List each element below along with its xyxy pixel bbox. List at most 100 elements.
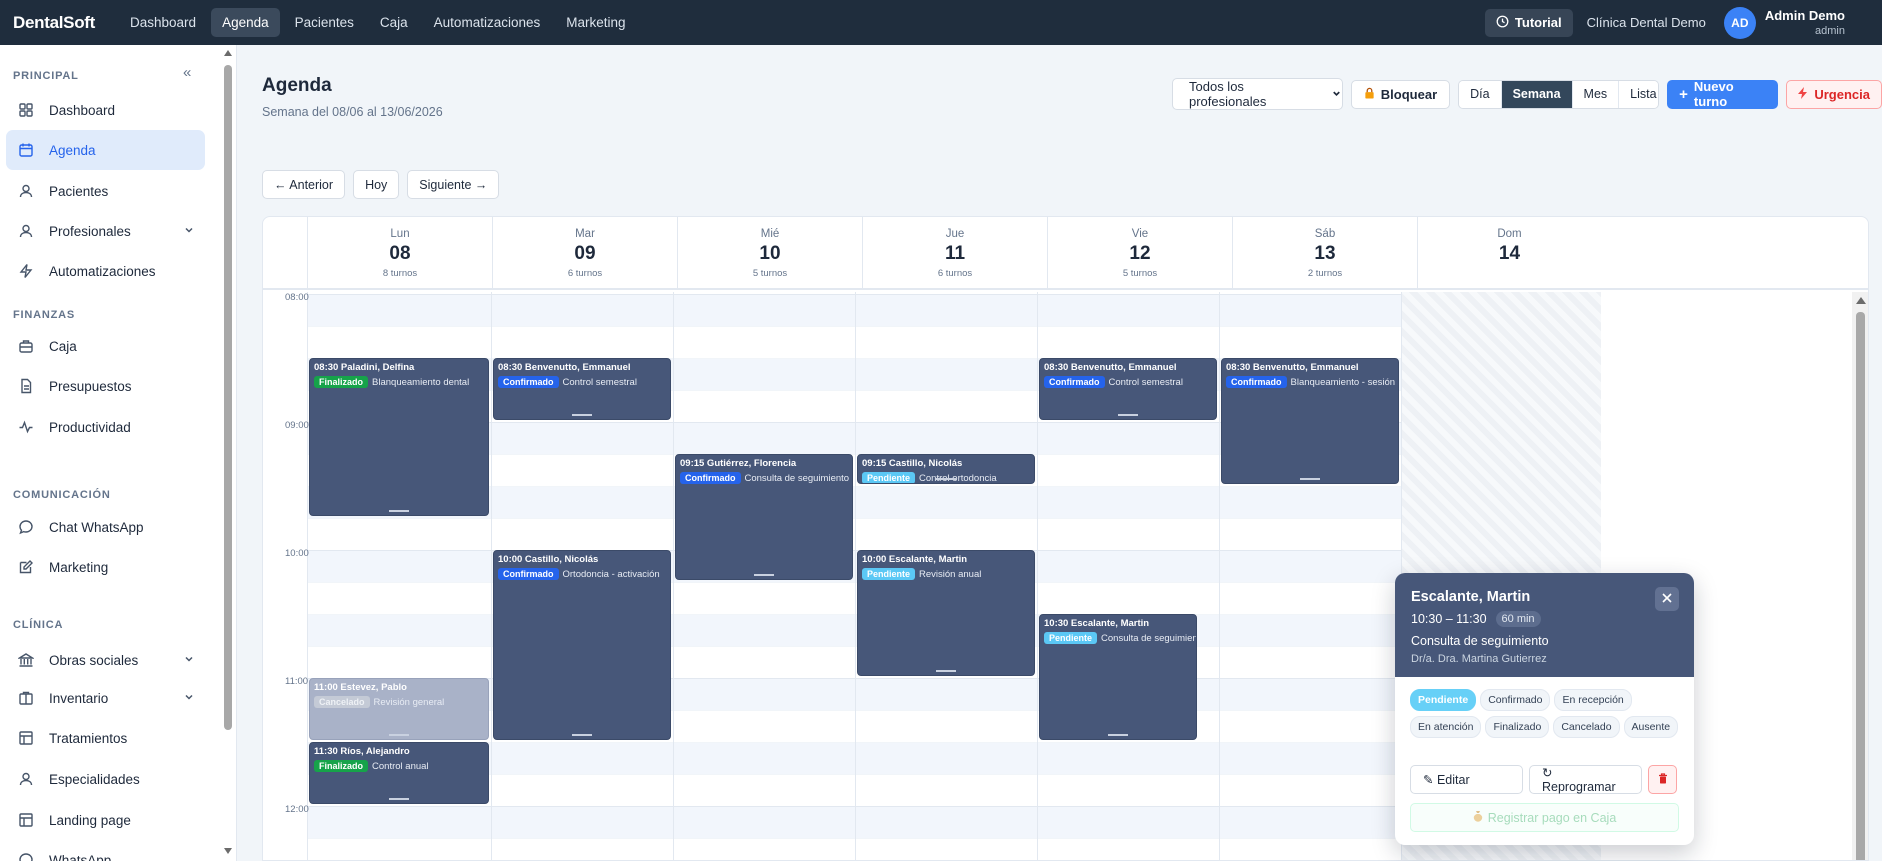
scroll-down-icon[interactable] — [224, 848, 232, 854]
time-slot[interactable] — [674, 806, 855, 838]
resize-handle[interactable] — [754, 574, 774, 576]
nav-caja[interactable]: Caja — [369, 8, 419, 37]
scroll-up-icon[interactable] — [1856, 297, 1866, 304]
time-slot[interactable] — [1220, 614, 1401, 646]
time-slot[interactable] — [856, 678, 1037, 710]
time-slot[interactable] — [492, 806, 673, 838]
sidebar-item-caja[interactable]: Caja — [6, 326, 205, 366]
appointment-card[interactable]: 08:30 Paladini, Delfina Finalizado Blanque… — [309, 358, 489, 516]
time-slot[interactable] — [492, 774, 673, 806]
nav-dashboard[interactable]: Dashboard — [119, 8, 207, 37]
appointment-card[interactable]: 09:15 Gutiérrez, Florencia Confirmado Cons… — [675, 454, 853, 580]
sidebar-item-dashboard[interactable]: Dashboard — [6, 90, 205, 130]
time-slot[interactable] — [492, 294, 673, 326]
time-slot[interactable] — [1038, 742, 1219, 774]
time-slot[interactable] — [856, 806, 1037, 838]
urgency-button[interactable]: Urgencia — [1786, 79, 1882, 109]
nav-marketing[interactable]: Marketing — [555, 8, 636, 37]
appointment-card[interactable]: 10:00 Escalante, Martin Pendiente Revisión… — [857, 550, 1035, 676]
time-slot[interactable] — [1220, 326, 1401, 358]
resize-handle[interactable] — [572, 734, 592, 736]
time-slot[interactable] — [1038, 422, 1219, 454]
time-slot[interactable] — [1220, 774, 1401, 806]
new-appointment-button[interactable]: + Nuevo turno — [1667, 79, 1779, 109]
sidebar-item-whatsapp[interactable]: WhatsApp — [6, 840, 205, 861]
appointment-card[interactable]: 08:30 Benvenutto, Emmanuel Confirmado Cont… — [493, 358, 671, 420]
time-slot[interactable] — [492, 838, 673, 860]
nav-agenda[interactable]: Agenda — [211, 8, 280, 37]
today-button[interactable]: Hoy — [353, 170, 400, 199]
time-slot[interactable] — [308, 326, 491, 358]
resize-handle[interactable] — [1108, 734, 1128, 736]
sidebar-scrollbar[interactable] — [221, 45, 235, 861]
sidebar-item-chat-whatsapp[interactable]: Chat WhatsApp — [6, 507, 205, 547]
reschedule-button[interactable]: ↻ Reprogramar — [1529, 765, 1642, 794]
time-slot[interactable] — [1038, 326, 1219, 358]
time-slot[interactable] — [492, 486, 673, 518]
view-day-button[interactable]: Día — [1459, 80, 1502, 108]
sidebar-item-obras-sociales[interactable]: Obras sociales — [6, 640, 205, 680]
time-slot[interactable] — [674, 614, 855, 646]
time-slot[interactable] — [856, 486, 1037, 518]
resize-handle[interactable] — [389, 510, 409, 512]
sidebar-scroll-thumb[interactable] — [224, 65, 232, 730]
prev-week-button[interactable]: ← Anterior — [262, 170, 346, 199]
status-option[interactable]: Pendiente — [1410, 689, 1477, 711]
sidebar-item-inventario[interactable]: Inventario — [6, 678, 205, 718]
time-slot[interactable] — [674, 742, 855, 774]
nav-pacientes[interactable]: Pacientes — [284, 8, 365, 37]
avatar[interactable]: AD — [1723, 6, 1756, 39]
time-slot[interactable] — [674, 326, 855, 358]
appointment-card[interactable]: 10:00 Castillo, Nicolás Confirmado Ortodon… — [493, 550, 671, 740]
time-slot[interactable] — [1038, 550, 1219, 582]
sidebar-item-tratamientos[interactable]: Tratamientos — [6, 718, 205, 758]
time-slot[interactable] — [674, 390, 855, 422]
time-slot[interactable] — [856, 358, 1037, 390]
time-slot[interactable] — [674, 582, 855, 614]
time-slot[interactable] — [308, 518, 491, 550]
status-option[interactable]: En atención — [1410, 716, 1482, 738]
next-week-button[interactable]: Siguiente → — [407, 170, 500, 199]
time-slot[interactable] — [1038, 806, 1219, 838]
resize-handle[interactable] — [572, 414, 592, 416]
view-month-button[interactable]: Mes — [1572, 80, 1620, 108]
scroll-up-icon[interactable] — [224, 50, 232, 56]
sidebar-item-pacientes[interactable]: Pacientes — [6, 171, 205, 211]
time-slot[interactable] — [308, 646, 491, 678]
time-slot[interactable] — [856, 294, 1037, 326]
status-option[interactable]: Finalizado — [1485, 716, 1550, 738]
time-slot[interactable] — [492, 742, 673, 774]
resize-handle[interactable] — [389, 734, 409, 736]
calendar-scrollbar[interactable] — [1852, 292, 1868, 860]
time-slot[interactable] — [856, 774, 1037, 806]
time-slot[interactable] — [1220, 294, 1401, 326]
time-slot[interactable] — [308, 614, 491, 646]
time-slot[interactable] — [674, 358, 855, 390]
edit-appointment-button[interactable]: ✎ Editar — [1410, 765, 1523, 794]
time-slot[interactable] — [1220, 550, 1401, 582]
time-slot[interactable] — [1220, 838, 1401, 860]
resize-handle[interactable] — [389, 798, 409, 800]
time-slot[interactable] — [308, 806, 491, 838]
resize-handle[interactable] — [1300, 478, 1320, 480]
day-header-6[interactable]: Sáb 13 2 turnos — [1232, 217, 1417, 290]
time-slot[interactable] — [856, 390, 1037, 422]
day-header-5[interactable]: Vie 12 5 turnos — [1047, 217, 1232, 290]
time-slot[interactable] — [1038, 518, 1219, 550]
time-slot[interactable] — [492, 518, 673, 550]
day-header-1[interactable]: Lun 08 8 turnos — [307, 217, 492, 290]
sidebar-item-presupuestos[interactable]: Presupuestos — [6, 366, 205, 406]
day-header-4[interactable]: Jue 11 6 turnos — [862, 217, 1047, 290]
appointment-card[interactable]: 09:15 Castillo, Nicolás Pendiente Control … — [857, 454, 1035, 484]
view-week-button[interactable]: Semana — [1501, 80, 1573, 108]
tutorial-button[interactable]: Tutorial — [1484, 8, 1573, 37]
time-slot[interactable] — [856, 422, 1037, 454]
resize-handle[interactable] — [936, 478, 956, 480]
sidebar-item-automatizaciones[interactable]: Automatizaciones — [6, 251, 205, 291]
collapse-sidebar-icon[interactable]: « — [183, 64, 191, 81]
time-slot[interactable] — [1038, 774, 1219, 806]
time-slot[interactable] — [1220, 742, 1401, 774]
appointment-card[interactable]: 10:30 Escalante, Martin Pendiente Consulta… — [1039, 614, 1197, 740]
time-slot[interactable] — [492, 454, 673, 486]
time-slot[interactable] — [856, 742, 1037, 774]
